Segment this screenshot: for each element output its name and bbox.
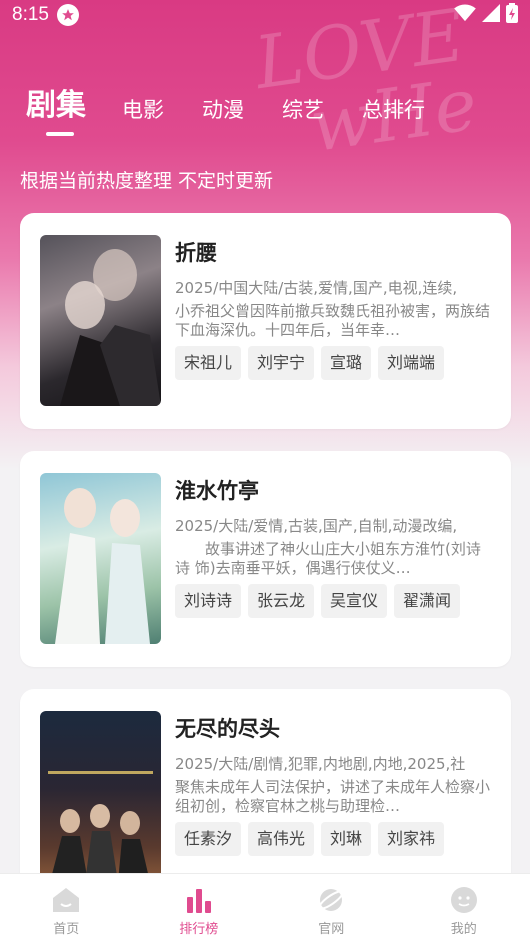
actor-tag[interactable]: 刘诗诗 — [175, 584, 242, 618]
actor-tag[interactable]: 翟潇闻 — [394, 584, 461, 618]
actor-tag[interactable]: 高伟光 — [248, 822, 315, 856]
wifi-icon — [454, 4, 476, 26]
show-poster — [40, 473, 161, 644]
actor-tag[interactable]: 张云龙 — [248, 584, 315, 618]
nav-label: 我的 — [450, 922, 477, 937]
planet-icon — [316, 886, 346, 914]
tab-overall-ranking[interactable]: 总排行 — [362, 94, 425, 136]
show-title: 无尽的尽头 — [175, 717, 280, 741]
status-time: 8:15 — [12, 4, 49, 25]
actor-list: 任素汐 高伟光 刘琳 刘家祎 — [175, 822, 493, 856]
battery-charging-icon — [506, 3, 518, 27]
show-poster — [40, 235, 161, 406]
profile-face-icon — [449, 886, 479, 914]
show-meta: 2025/中国大陆/古装,爱情,国产,电视,连续, — [175, 279, 458, 297]
show-title: 淮水竹亭 — [175, 479, 259, 503]
star-badge-icon — [56, 4, 79, 26]
actor-tag[interactable]: 吴宣仪 — [321, 584, 388, 618]
nav-label: 首页 — [53, 922, 80, 937]
ranking-icon — [184, 886, 214, 914]
tab-variety[interactable]: 综艺 — [282, 94, 324, 136]
nav-label: 官网 — [318, 922, 345, 937]
show-description: 聚焦未成年人司法保护，讲述了未成年人检察小组初创，检察官林之桃与助理检… — [175, 778, 491, 815]
actor-list: 宋祖儿 刘宇宁 宣璐 刘端端 — [175, 346, 493, 380]
actor-tag[interactable]: 宣璐 — [321, 346, 372, 380]
show-title: 折腰 — [175, 241, 217, 265]
tab-anime[interactable]: 动漫 — [202, 94, 244, 136]
actor-list: 刘诗诗 张云龙 吴宣仪 翟潇闻 — [175, 584, 493, 618]
bottom-navigation: 首页 排行榜 官网 我的 — [0, 873, 530, 945]
show-list: 折腰 2025/中国大陆/古装,爱情,国产,电视,连续, 小乔祖父曾因阵前撤兵致… — [20, 213, 511, 927]
nav-ranking[interactable]: 排行榜 — [133, 874, 266, 945]
category-tabs: 剧集 电影 动漫 综艺 总排行 — [26, 80, 463, 136]
show-poster — [40, 711, 161, 882]
ranking-subtitle: 根据当前热度整理 不定时更新 — [20, 170, 274, 192]
actor-tag[interactable]: 任素汐 — [175, 822, 242, 856]
nav-official-site[interactable]: 官网 — [265, 874, 398, 945]
status-bar: 8:15 — [0, 0, 530, 30]
signal-icon — [482, 4, 500, 26]
show-meta: 2025/大陆/爱情,古装,国产,自制,动漫改编, — [175, 517, 458, 535]
tab-movies[interactable]: 电影 — [122, 94, 164, 136]
tab-series[interactable]: 剧集 — [26, 80, 86, 136]
actor-tag[interactable]: 刘家祎 — [378, 822, 445, 856]
show-description: 小乔祖父曾因阵前撤兵致魏氏祖孙被害，两族结下血海深仇。十四年后，当年幸… — [175, 302, 491, 339]
show-meta: 2025/大陆/剧情,犯罪,内地剧,内地,2025,社 — [175, 755, 466, 773]
home-icon — [51, 886, 81, 914]
actor-tag[interactable]: 刘琳 — [321, 822, 372, 856]
nav-label: 排行榜 — [179, 922, 219, 937]
actor-tag[interactable]: 宋祖儿 — [175, 346, 242, 380]
nav-home[interactable]: 首页 — [0, 874, 133, 945]
show-card[interactable]: 折腰 2025/中国大陆/古装,爱情,国产,电视,连续, 小乔祖父曾因阵前撤兵致… — [20, 213, 511, 429]
nav-profile[interactable]: 我的 — [398, 874, 530, 945]
show-description: 故事讲述了神火山庄大小姐东方淮竹(刘诗诗 饰)去南垂平妖，偶遇行侠仗义… — [175, 540, 481, 577]
actor-tag[interactable]: 刘宇宁 — [248, 346, 315, 380]
show-card[interactable]: 淮水竹亭 2025/大陆/爱情,古装,国产,自制,动漫改编, 故事讲述了神火山庄… — [20, 451, 511, 667]
actor-tag[interactable]: 刘端端 — [378, 346, 445, 380]
